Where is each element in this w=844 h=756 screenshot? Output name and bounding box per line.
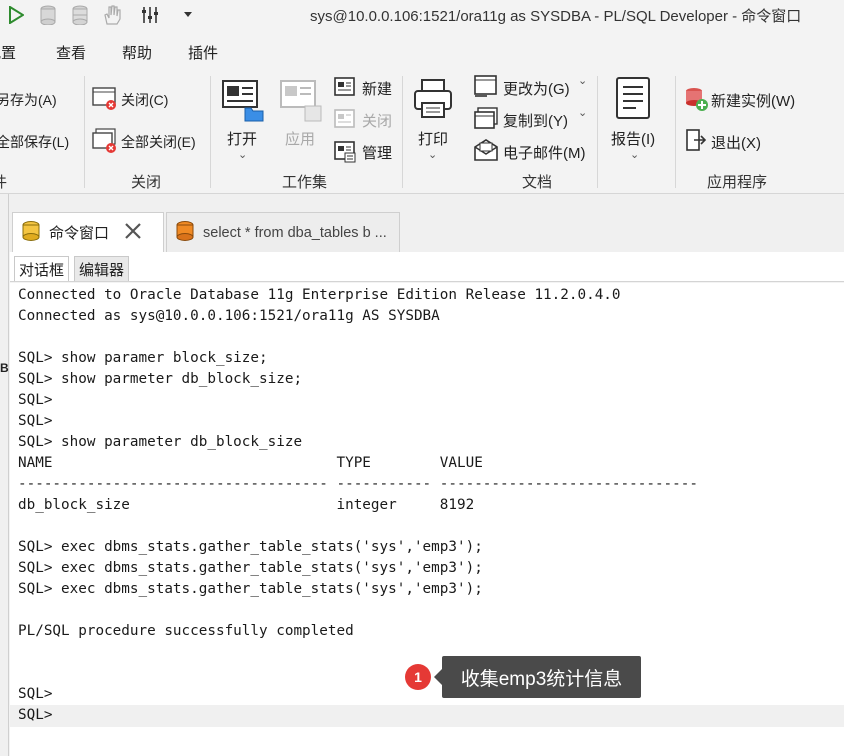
menu-config[interactable]: 配置	[0, 42, 16, 63]
console-line: NAME TYPE VALUE	[18, 455, 483, 471]
console-line: SQL> show parameter db_block_size	[18, 434, 303, 450]
document-group-label: 文档	[522, 174, 553, 191]
console-line: SQL>	[18, 413, 53, 429]
tab-select-query[interactable]: select * from dba_tables b ...	[166, 212, 400, 252]
printer-icon	[412, 78, 456, 125]
open-workset-icon	[221, 78, 265, 125]
window-title: sys@10.0.0.106:1521/ora11g as SYSDBA - P…	[310, 8, 802, 25]
save-as-button[interactable]: 另存为(A)	[0, 90, 57, 110]
left-edge-char: B	[0, 361, 9, 375]
new-workset-button[interactable]: 新建	[362, 78, 392, 99]
console-line: SQL> show paramer block_size;	[18, 350, 268, 366]
close-button[interactable]: 关闭(C)	[121, 90, 168, 110]
console-line: Connected as sys@10.0.0.106:1521/ora11g …	[18, 308, 440, 324]
close-all-icon	[92, 128, 118, 157]
ribbon-separator	[210, 76, 211, 188]
menu-view[interactable]: 查看	[56, 42, 86, 63]
callout-annotation: 收集emp3统计信息	[434, 656, 641, 698]
database-icon	[175, 220, 195, 245]
current-line-highlight	[10, 705, 844, 727]
workset-group-label: 工作集	[282, 174, 328, 191]
new-instance-button[interactable]: 新建实例(W)	[711, 90, 795, 111]
ribbon-separator	[402, 76, 403, 188]
console-line: SQL> show parmeter db_block_size;	[18, 371, 303, 387]
manage-workset-icon	[333, 140, 357, 167]
new-workset-icon	[333, 76, 357, 103]
left-panel-edge: B	[0, 194, 9, 756]
close-window-icon	[92, 86, 118, 113]
print-button[interactable]: 打印	[418, 128, 448, 149]
callout-number-badge: 1	[405, 664, 431, 690]
exit-icon	[684, 128, 708, 155]
tab-command-window[interactable]: 命令窗口	[12, 212, 164, 252]
menu-help[interactable]: 帮助	[122, 42, 152, 63]
console-line: ------------------------------------ ---…	[18, 476, 698, 492]
console-line: db_block_size integer 8192	[18, 497, 475, 513]
database-icon[interactable]	[36, 3, 60, 27]
console-line: Connected to Oracle Database 11g Enterpr…	[18, 287, 621, 303]
save-all-button[interactable]: 全部保存(L)	[0, 132, 69, 152]
report-icon	[614, 76, 654, 125]
email-icon	[473, 138, 499, 165]
chevron-down-icon[interactable]: ⌄	[578, 74, 587, 87]
console-line: SQL> exec dbms_stats.gather_table_stats(…	[18, 560, 483, 576]
chevron-down-icon[interactable]: ⌄	[630, 148, 639, 161]
open-button[interactable]: 打开	[227, 128, 257, 149]
ribbon-separator	[597, 76, 598, 188]
tab-editor[interactable]: 编辑器	[74, 256, 130, 281]
hand-icon[interactable]	[100, 3, 124, 27]
close-workset-icon	[333, 108, 357, 135]
tab-label: select * from dba_tables b ...	[203, 224, 387, 241]
chevron-down-icon[interactable]: ⌄	[578, 106, 587, 119]
tab-dialog[interactable]: 对话框	[14, 256, 70, 281]
ribbon-separator	[675, 76, 676, 188]
console-line: SQL> exec dbms_stats.gather_table_stats(…	[18, 581, 483, 597]
chevron-down-icon[interactable]	[176, 3, 200, 27]
document-tab-strip: 命令窗口 select * from dba_tables b ...	[0, 194, 844, 252]
console-line: SQL> exec dbms_stats.gather_table_stats(…	[18, 539, 483, 555]
close-all-button[interactable]: 全部关闭(E)	[121, 132, 196, 152]
copy-to-icon	[473, 106, 499, 135]
database-stack-icon[interactable]	[68, 3, 92, 27]
report-button[interactable]: 报告(I)	[611, 128, 655, 149]
close-workset-button[interactable]: 关闭	[362, 110, 392, 131]
console-line: SQL>	[18, 707, 53, 723]
chevron-down-icon[interactable]: ⌄	[428, 148, 437, 161]
copy-to-button[interactable]: 复制到(Y)	[503, 110, 568, 131]
new-instance-icon	[683, 86, 709, 115]
sub-tab-bar: 对话框 编辑器	[10, 252, 844, 282]
console-line: PL/SQL procedure successfully completed	[18, 623, 354, 639]
menu-plugins[interactable]: 插件	[188, 42, 218, 63]
close-icon[interactable]	[123, 221, 143, 244]
apply-button[interactable]: 应用	[285, 128, 315, 149]
tab-label: 命令窗口	[49, 225, 110, 242]
file-group-label: 件	[0, 171, 7, 192]
sliders-icon[interactable]	[138, 3, 162, 27]
application-group-label: 应用程序	[707, 174, 768, 191]
close-group-label: 关闭	[131, 174, 162, 191]
change-to-icon	[473, 74, 499, 103]
manage-workset-button[interactable]: 管理	[362, 142, 392, 163]
change-to-button[interactable]: 更改为(G)	[503, 78, 570, 99]
menu-bar: 配置 查看 帮助 插件	[0, 36, 844, 68]
exit-button[interactable]: 退出(X)	[711, 132, 761, 153]
ribbon-separator	[84, 76, 85, 188]
run-icon[interactable]	[4, 3, 28, 27]
database-icon	[21, 220, 41, 245]
ribbon: 另存为(A) 全部保存(L) 件 关闭(C) 全部关闭(E) 关闭 打开 ⌄ 应…	[0, 68, 844, 194]
title-bar: sys@10.0.0.106:1521/ora11g as SYSDBA - P…	[0, 0, 844, 30]
console-line: SQL>	[18, 686, 53, 702]
console-line: SQL>	[18, 392, 53, 408]
email-button[interactable]: 电子邮件(M)	[503, 142, 586, 163]
chevron-down-icon[interactable]: ⌄	[238, 148, 247, 161]
apply-workset-icon	[279, 78, 323, 125]
